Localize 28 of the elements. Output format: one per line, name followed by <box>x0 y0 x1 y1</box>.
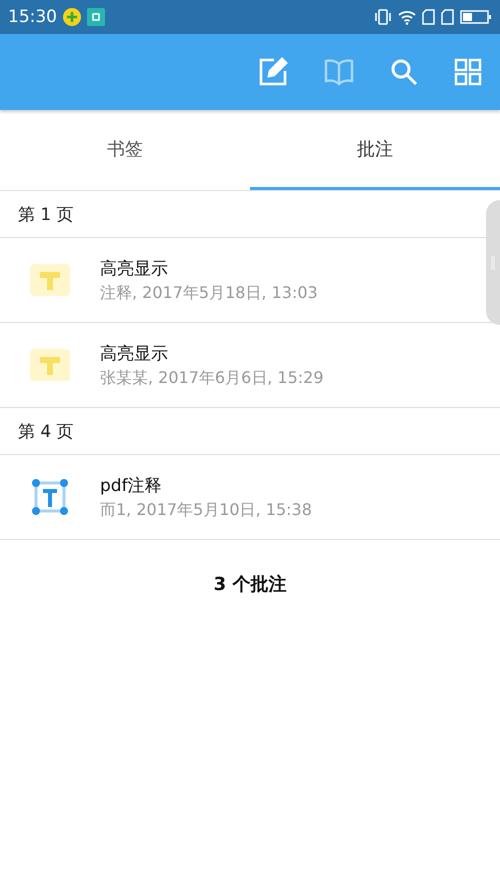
sim-icon <box>422 9 435 25</box>
annotation-detail: 注释, 2017年5月18日, 13:03 <box>100 282 318 304</box>
sim-icon <box>441 9 454 25</box>
annotation-detail: 张某某, 2017年6月6日, 15:29 <box>100 368 324 388</box>
toolbar-button[interactable] <box>454 58 482 86</box>
edit-icon <box>258 57 288 87</box>
toolbar-button[interactable] <box>258 57 288 87</box>
edge-handle[interactable] <box>486 200 500 325</box>
vibrate-icon <box>374 9 392 25</box>
search-icon <box>390 58 418 86</box>
annotation-title: 高亮显示 <box>100 342 169 364</box>
highlight-icon <box>30 264 70 296</box>
annotation-detail: 而1, 2017年5月10日, 15:38 <box>100 500 312 520</box>
plus-badge-icon <box>63 8 81 26</box>
wifi-icon <box>398 10 416 24</box>
annotation-title: pdf注释 <box>100 474 163 496</box>
text-box-icon <box>31 478 69 516</box>
tab[interactable]: 书签 <box>0 110 250 190</box>
tab[interactable]: 批注 <box>250 110 500 190</box>
highlight-icon <box>30 349 70 381</box>
grid-icon <box>454 58 482 86</box>
book-icon <box>324 58 354 86</box>
toolbar-button[interactable] <box>390 58 418 86</box>
scan-icon <box>87 8 105 26</box>
battery-icon <box>460 9 492 25</box>
annotation-title: 高亮显示 <box>100 258 169 280</box>
annotation-count: 3 个批注 <box>214 574 286 595</box>
status-time: 15:30 <box>8 7 57 27</box>
